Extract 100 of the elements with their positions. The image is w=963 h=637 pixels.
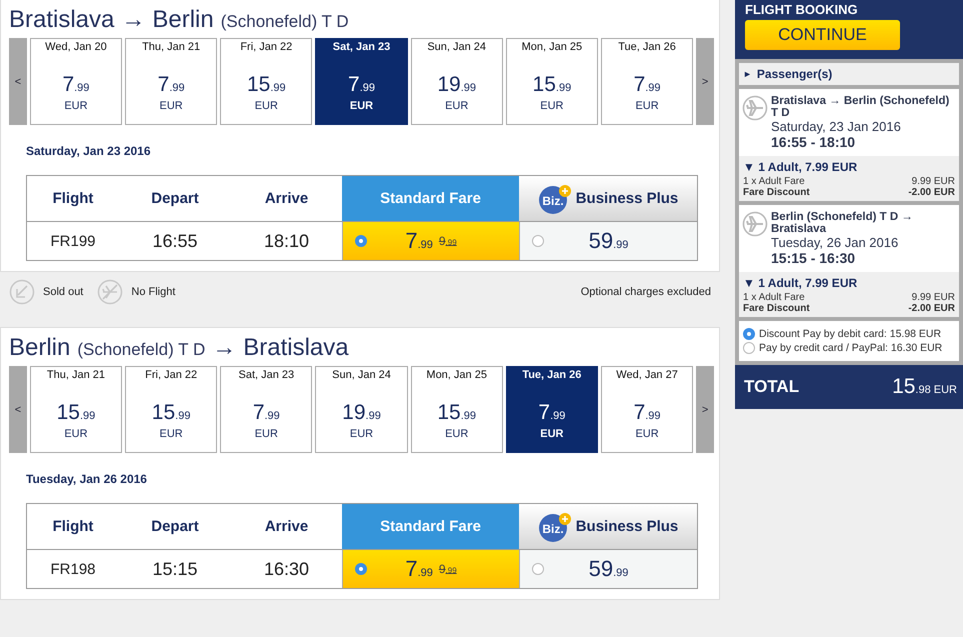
arrive-time: 16:30 [262,558,310,580]
old-price: 9.99 [438,562,457,576]
currency-label: EUR [160,428,183,440]
radio-button[interactable] [355,563,367,575]
collapse-marker[interactable]: ▼ [743,276,755,290]
date-card[interactable]: Thu, Jan 21 15.99 EUR [30,366,122,453]
date-price: 15.99 [437,401,476,425]
currency-label: EUR [540,100,564,112]
date-price: 15.99 [246,73,286,97]
fare-line-label: Fare Discount [743,303,810,314]
currency-label: EUR [350,100,374,112]
date-card[interactable]: Mon, Jan 25 15.99 EUR [506,38,598,125]
total-label: TOTAL [744,377,800,397]
currency-label: EUR [350,428,374,440]
arrive-time: 18:10 [262,230,310,252]
date-label: Wed, Jan 20 [45,41,107,53]
previous-button[interactable]: < [9,366,27,453]
booking-title: FLIGHT BOOKING [745,2,859,17]
date-price: 7.99 [538,401,566,425]
fare-line-amount: -2.00 EUR [908,187,955,198]
trip-time: 15:15 - 16:30 [771,250,856,266]
fare-line-label: 1 x Adult Fare [743,292,805,303]
fare-price: 59.99 [588,228,628,254]
date-heading: Tuesday, Jan 26 2016 [26,472,148,486]
date-card[interactable]: Mon, Jan 25 15.99 EUR [410,366,503,453]
column-header: Depart [119,504,231,550]
currency-label: EUR [64,428,88,440]
date-price: 15.99 [532,73,572,97]
currency-label: EUR [635,428,659,440]
next-button[interactable]: > [696,366,714,453]
currency-label: EUR [445,428,468,440]
passengers-toggle[interactable]: ► Passenger(s) [739,63,959,85]
collapse-marker[interactable]: ▼ [743,160,755,174]
plane-icon [742,95,768,121]
fare-summary: 1 Adult, 7.99 EUR [758,276,858,290]
date-card[interactable]: Wed, Jan 20 7.99 EUR [30,38,122,125]
payment-option-label: Pay by credit card / PayPal: 16.30 EUR [759,342,942,354]
route-arrow: → [121,6,146,34]
total-price: 15.98 EUR [892,375,957,399]
fare-line-amount: -2.00 EUR [908,303,955,314]
date-card[interactable]: Fri, Jan 22 15.99 EUR [220,38,312,125]
date-card[interactable]: Sun, Jan 24 19.99 EUR [410,38,503,125]
currency-label: EUR [540,428,564,440]
date-card[interactable]: Fri, Jan 22 15.99 EUR [125,366,218,453]
date-label: Fri, Jan 22 [145,369,198,381]
date-price: 7.99 [62,73,90,97]
city-name: Bratislava [243,334,349,362]
date-label: Fri, Jan 22 [240,41,292,53]
standard-fare-header: Standard Fare [342,176,519,222]
radio-button[interactable] [743,342,755,354]
business-fare-option[interactable]: 59.99 [519,222,697,260]
date-heading: Saturday, Jan 23 2016 [26,144,152,158]
date-label: Sat, Jan 23 [238,369,294,381]
radio-button[interactable] [532,563,544,575]
date-card[interactable]: Thu, Jan 21 7.99 EUR [125,38,218,125]
standard-fare-option[interactable]: 7.99 9.99 [342,550,519,588]
passengers-label: Passenger(s) [756,67,832,81]
date-card[interactable]: Sat, Jan 23 7.99 EUR [315,38,408,125]
next-button[interactable]: > [696,38,714,125]
flight-number: FR199 [49,232,97,252]
airport-note: (Schonefeld) T D [220,12,349,32]
date-card[interactable]: Tue, Jan 26 7.99 EUR [506,366,598,453]
fare-line-amount: 9.99 EUR [912,292,955,303]
date-card[interactable]: Sat, Jan 23 7.99 EUR [220,366,312,453]
fare-price: 7.99 [405,228,433,254]
flight-number: FR198 [49,560,97,580]
column-header: Flight [27,176,119,222]
date-card[interactable]: Wed, Jan 27 7.99 EUR [600,366,694,453]
date-card[interactable]: Tue, Jan 26 7.99 EUR [600,38,694,125]
date-label: Thu, Jan 21 [46,369,105,381]
date-price: 19.99 [437,73,476,97]
standard-fare-option[interactable]: 7.99 9.99 [342,222,519,260]
date-label: Sat, Jan 23 [332,41,390,53]
business-fare-option[interactable]: 59.99 [519,550,697,588]
depart-time: 16:55 [151,230,199,252]
old-price: 9.99 [438,234,457,248]
radio-button[interactable] [743,328,755,340]
date-price: 7.99 [158,73,185,97]
fare-price: 59.99 [588,556,628,582]
crossed-plane-icon [97,279,124,305]
trip-date: Tuesday, 26 Jan 2016 [771,235,900,250]
route-arrow: → [212,334,236,362]
previous-button[interactable]: < [9,38,27,125]
fare-price: 7.99 [405,556,433,582]
trip-route: Bratislava → Berlin (Schonefeld) T D [771,95,950,119]
trip-route: Berlin (Schonefeld) T D → Bratislava [771,211,914,235]
date-label: Mon, Jan 25 [522,41,582,53]
fare-line-amount: 9.99 EUR [912,176,955,187]
currency-label: EUR [64,100,88,112]
date-card[interactable]: Sun, Jan 24 19.99 EUR [315,366,408,453]
continue-button[interactable]: CONTINUE [745,20,900,50]
trip-time: 16:55 - 18:10 [771,134,856,150]
sold-out-icon [9,279,35,305]
radio-button[interactable] [355,235,367,247]
radio-button[interactable] [532,235,544,247]
fare-summary: 1 Adult, 7.99 EUR [758,160,858,174]
currency-label: EUR [254,100,278,112]
depart-time: 15:15 [151,558,199,580]
expand-marker: ► [743,68,752,81]
currency-label: EUR [445,100,468,112]
